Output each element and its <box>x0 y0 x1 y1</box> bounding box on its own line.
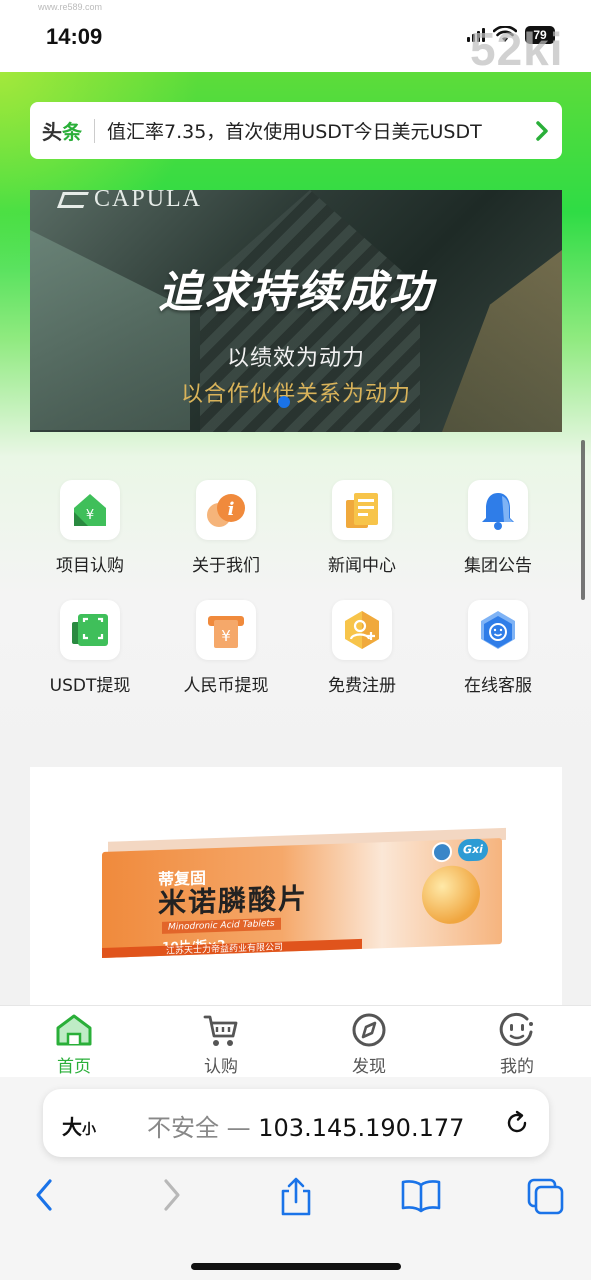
insecure-label: 不安全 — <box>147 1114 259 1142</box>
grid-item-group-notice[interactable]: 集团公告 <box>438 480 558 576</box>
product-image: 蒂复固 米诺膦酸片 Minodronic Acid Tablets 10片/板×… <box>102 827 506 958</box>
home-icon <box>56 1014 92 1046</box>
banner-carousel[interactable]: CAPULA 追求持续成功 以绩效为动力 以合作伙伴关系为动力 <box>30 190 562 432</box>
bookmarks-icon[interactable] <box>400 1177 442 1213</box>
tab-home[interactable]: 首页 <box>24 1012 124 1077</box>
text-size-button[interactable]: 大小 <box>62 1111 96 1140</box>
tab-label: 发现 <box>352 1057 386 1077</box>
grid-item-online-service[interactable]: 在线客服 <box>438 600 558 696</box>
forward-icon[interactable] <box>158 1177 186 1213</box>
grid-item-news-center[interactable]: 新闻中心 <box>302 480 422 576</box>
grid-label: 免费注册 <box>328 676 396 696</box>
tab-discover[interactable]: 发现 <box>319 1012 419 1077</box>
banner-logo: CAPULA <box>57 190 202 213</box>
cart-icon <box>203 1015 238 1046</box>
banner-title: 追求持续成功 <box>158 267 434 318</box>
banner-subtitle: 以绩效为动力 <box>226 346 365 371</box>
grid-label: 集团公告 <box>464 556 532 576</box>
carousel-dot[interactable] <box>278 396 290 408</box>
chevron-right-icon[interactable] <box>534 119 550 143</box>
grid-label: USDT提现 <box>49 676 131 696</box>
url-host: 103.145.190.177 <box>258 1114 465 1142</box>
grid-item-project-subscribe[interactable]: ¥ 项目认购 <box>30 480 150 576</box>
tab-label: 认购 <box>204 1057 238 1077</box>
grid-item-about-us[interactable]: i 关于我们 <box>166 480 286 576</box>
headline-tag: 头条 <box>42 120 82 144</box>
add-user-icon <box>345 611 379 649</box>
scroll-indicator[interactable] <box>581 440 585 600</box>
grid-item-rmb-withdraw[interactable]: ¥ 人民币提现 <box>166 600 286 696</box>
browser-chrome: 大小 不安全 — 103.145.190.177 <box>0 1077 591 1280</box>
smile-hexagon-icon <box>481 611 515 649</box>
grid-label: 项目认购 <box>56 556 124 576</box>
grid-label: 在线客服 <box>464 676 532 696</box>
grid-label: 新闻中心 <box>328 556 396 576</box>
headline-text: 值汇率7.35，首次使用USDT今日美元USDT <box>107 121 482 143</box>
tab-label: 首页 <box>57 1057 91 1077</box>
svg-text:¥: ¥ <box>86 508 94 523</box>
grid-item-usdt-withdraw[interactable]: USDT提现 <box>30 600 150 696</box>
status-bar: www.re589.com 14:09 79 52ki <box>0 0 591 75</box>
info-coin-icon: i <box>207 494 245 527</box>
svg-text:¥: ¥ <box>221 627 231 645</box>
product-maker: 江苏天士力帝益药业有限公司 <box>166 942 284 957</box>
grid-label: 人民币提现 <box>183 676 269 696</box>
status-time: 14:09 <box>46 24 103 49</box>
banner-subtitle-gold: 以合作伙伴关系为动力 <box>180 382 411 407</box>
watermark-url: www.re589.com <box>38 2 103 12</box>
url-display[interactable]: 不安全 — 103.145.190.177 <box>147 1108 464 1143</box>
tab-subscribe[interactable]: 认购 <box>171 1012 271 1077</box>
profile-face-icon <box>499 1012 533 1046</box>
home-indicator[interactable] <box>191 1263 401 1270</box>
back-icon[interactable] <box>30 1177 58 1213</box>
bottom-tab-bar: 首页 认购 发现 我的 <box>0 1005 591 1077</box>
reload-icon[interactable] <box>503 1109 531 1137</box>
yen-receipt-icon: ¥ <box>208 616 244 648</box>
house-yen-icon: ¥ <box>74 494 106 526</box>
product-name: 米诺膦酸片 <box>158 881 309 921</box>
tab-mine[interactable]: 我的 <box>467 1012 567 1077</box>
scan-wallet-icon <box>72 614 108 646</box>
svg-text:i: i <box>228 499 235 520</box>
share-icon[interactable] <box>278 1177 314 1217</box>
tab-label: 我的 <box>500 1057 534 1077</box>
divider <box>94 118 95 143</box>
address-bar[interactable]: 大小 不安全 — 103.145.190.177 <box>43 1089 549 1157</box>
grid-item-free-register[interactable]: 免费注册 <box>302 600 422 696</box>
bell-icon <box>482 493 514 530</box>
grid-label: 关于我们 <box>192 556 260 576</box>
compass-icon <box>352 1013 386 1047</box>
headline-bar[interactable]: 头条 值汇率7.35，首次使用USDT今日美元USDT <box>30 102 562 159</box>
news-doc-icon <box>346 493 378 528</box>
product-card[interactable]: 蒂复固 米诺膦酸片 Minodronic Acid Tablets 10片/板×… <box>30 767 562 1007</box>
product-logo: Gxi <box>458 838 488 862</box>
tabs-icon[interactable] <box>526 1177 566 1217</box>
watermark-logo: 52ki <box>470 23 564 75</box>
